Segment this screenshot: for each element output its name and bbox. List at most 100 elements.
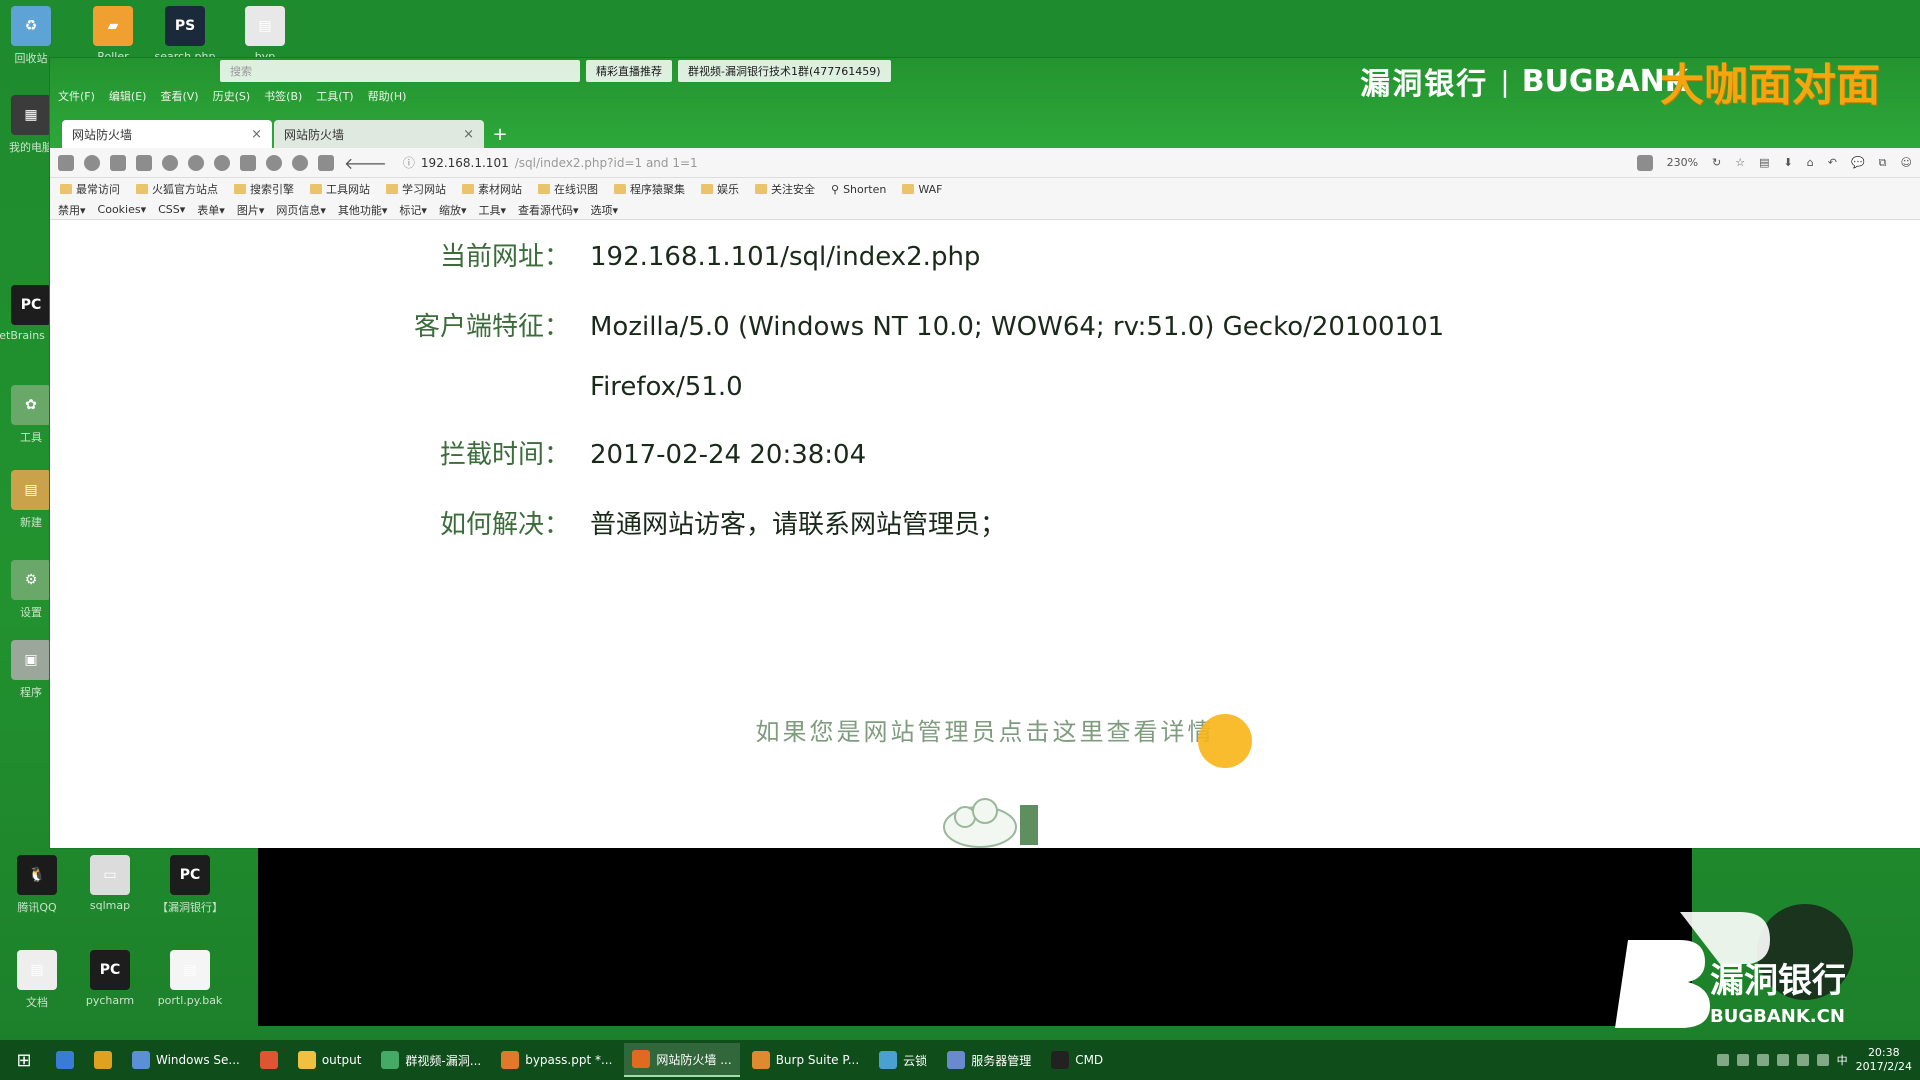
sidebar-icon[interactable]: [58, 154, 74, 171]
taskbar-app-button[interactable]: 云锁: [871, 1043, 935, 1077]
close-icon[interactable]: ×: [251, 127, 262, 142]
star-icon[interactable]: ☆: [1735, 156, 1745, 169]
menu-file[interactable]: 文件(F): [58, 88, 95, 108]
desktop-shortcut[interactable]: PC pycharm: [75, 950, 145, 1007]
desktop-shortcut[interactable]: ▤ byp: [230, 6, 300, 63]
taskbar-app-button[interactable]: bypass.ppt *...: [493, 1043, 620, 1077]
undo-icon[interactable]: ↶: [1828, 156, 1837, 169]
taskbar-app-button[interactable]: [48, 1043, 82, 1077]
dev-options-menu[interactable]: 选项▾: [591, 202, 619, 218]
color-icon[interactable]: [292, 154, 308, 171]
tray-network-icon[interactable]: [1716, 1054, 1729, 1066]
new-tab-button[interactable]: +: [486, 120, 514, 148]
reload-icon[interactable]: ↻: [1712, 156, 1721, 169]
chat-icon[interactable]: 💬: [1851, 156, 1865, 169]
addon-icon[interactable]: [214, 154, 230, 171]
dev-cookies-menu[interactable]: Cookies▾: [98, 203, 147, 216]
desktop-shortcut[interactable]: ▭ sqlmap: [75, 855, 145, 912]
app-icon: [632, 1050, 651, 1068]
dev-disable-menu[interactable]: 禁用▾: [58, 202, 86, 218]
menu-view[interactable]: 查看(V): [160, 88, 198, 108]
tool-icon[interactable]: [240, 154, 256, 171]
desktop-shortcut-icon: ▤: [11, 470, 51, 510]
crop-icon[interactable]: ⧉: [1879, 156, 1887, 170]
taskbar-app-button[interactable]: output: [290, 1043, 370, 1077]
desktop-shortcut[interactable]: PC 【漏洞银行】: [155, 855, 225, 915]
taskbar-app-button[interactable]: [252, 1043, 286, 1077]
dev-info-menu[interactable]: 网页信息▾: [276, 202, 326, 218]
tray-speaker-icon[interactable]: [1776, 1054, 1789, 1066]
tray-battery-icon[interactable]: [1796, 1054, 1809, 1066]
desktop-shortcut[interactable]: ▤ portl.py.bak: [155, 950, 225, 1007]
dev-forms-menu[interactable]: 表单▾: [197, 202, 225, 218]
smile-icon[interactable]: ☺: [1901, 156, 1912, 169]
ime-indicator[interactable]: 中: [1837, 1052, 1848, 1068]
menu-bookmarks[interactable]: 书签(B): [264, 88, 302, 108]
windows-start-icon[interactable]: ⊞: [6, 1042, 42, 1078]
desktop-shortcut[interactable]: 🐧 腾讯QQ: [2, 855, 72, 915]
home-icon[interactable]: ⌂: [1807, 156, 1814, 169]
bookmark-item[interactable]: 学习网站: [386, 181, 446, 197]
bookmark-item[interactable]: 火狐官方站点: [136, 181, 218, 197]
desktop-shortcut[interactable]: PS search.php: [150, 6, 220, 63]
info-row-time: 拦截时间： 2017-02-24 20:38:04: [50, 438, 866, 472]
tab-label: 网站防火墙: [284, 127, 345, 142]
proxy-icon[interactable]: [188, 154, 204, 171]
dev-source-menu[interactable]: 查看源代码▾: [518, 202, 579, 218]
menu-history[interactable]: 历史(S): [213, 88, 251, 108]
dev-images-menu[interactable]: 图片▾: [237, 202, 265, 218]
admin-details-link[interactable]: 如果您是网站管理员点击这里查看详情: [50, 712, 1920, 747]
download-icon[interactable]: ⬇: [1784, 156, 1793, 169]
bookmark-item[interactable]: 关注安全: [755, 181, 815, 197]
menu-edit[interactable]: 编辑(E): [109, 88, 147, 108]
desktop-shortcut[interactable]: ♻ 回收站: [0, 6, 66, 66]
taskbar-app-button[interactable]: CMD: [1043, 1043, 1111, 1077]
tab-waf-1[interactable]: 网站防火墙 ×: [62, 120, 272, 148]
shield-icon[interactable]: [84, 154, 100, 171]
taskbar-app-button[interactable]: [86, 1043, 120, 1077]
menu-tools[interactable]: 工具(T): [316, 88, 353, 108]
dev-outline-menu[interactable]: 标记▾: [399, 202, 427, 218]
extension-icon[interactable]: [110, 154, 126, 171]
bookmark-item[interactable]: 程序猿聚集: [614, 181, 685, 197]
hackbar-icon[interactable]: [318, 154, 334, 171]
clock[interactable]: 20:38 2017/2/24: [1856, 1046, 1912, 1074]
dev-css-menu[interactable]: CSS▾: [158, 203, 185, 216]
bookmark-item[interactable]: 搜索引擎: [234, 181, 294, 197]
address-bar[interactable]: ⓘ 192.168.1.101/sql/index2.php?id=1 and …: [397, 152, 1217, 174]
desktop-shortcut[interactable]: ▤ 文档: [2, 950, 72, 1010]
bookmark-item[interactable]: WAF: [902, 183, 942, 196]
taskbar-app-button[interactable]: 群视频-漏洞...: [373, 1043, 489, 1077]
bookmark-item[interactable]: 工具网站: [310, 181, 370, 197]
zoom-level[interactable]: 230%: [1667, 156, 1698, 169]
window-tab-qq-group[interactable]: 群视频-漏洞银行技术1群(477761459): [678, 60, 891, 82]
taskbar-app-button[interactable]: Windows Se...: [124, 1043, 248, 1077]
menu-help[interactable]: 帮助(H): [368, 88, 407, 108]
window-tab-live[interactable]: 精彩直播推荐: [586, 60, 672, 82]
close-icon[interactable]: ×: [463, 127, 474, 142]
desktop-shortcut[interactable]: ▰ Roller: [78, 6, 148, 63]
back-arrow-icon[interactable]: 🡐: [344, 153, 387, 173]
bookmark-item[interactable]: 娱乐: [701, 181, 739, 197]
tray-wifi-icon[interactable]: [1816, 1054, 1829, 1066]
taskbar-app-button[interactable]: 网站防火墙 ...: [624, 1043, 740, 1077]
screenshot-icon[interactable]: [136, 154, 152, 171]
taskbar-app-button[interactable]: 服务器管理: [939, 1043, 1039, 1077]
tab-waf-2[interactable]: 网站防火墙 ×: [274, 120, 484, 148]
dev-resize-menu[interactable]: 缩放▾: [439, 202, 467, 218]
bookmark-item[interactable]: 在线识图: [538, 181, 598, 197]
dev-tools-menu[interactable]: 工具▾: [478, 202, 506, 218]
reading-list-icon[interactable]: ▤: [1759, 156, 1769, 169]
tray-qq-icon[interactable]: [1756, 1054, 1769, 1066]
bookmark-item[interactable]: ⚲ Shorten: [831, 183, 886, 196]
tray-shield-icon[interactable]: [1736, 1054, 1749, 1066]
dev-misc-menu[interactable]: 其他功能▾: [338, 202, 388, 218]
info-icon[interactable]: ⓘ: [403, 154, 415, 171]
bookmark-item[interactable]: 最常访问: [60, 181, 120, 197]
shield-status-icon[interactable]: [1636, 154, 1653, 171]
search-field[interactable]: 搜索: [220, 60, 580, 82]
globe-icon[interactable]: [162, 154, 178, 171]
bulb-icon[interactable]: [266, 154, 282, 171]
bookmark-item[interactable]: 素材网站: [462, 181, 522, 197]
taskbar-app-button[interactable]: Burp Suite P...: [744, 1043, 867, 1077]
